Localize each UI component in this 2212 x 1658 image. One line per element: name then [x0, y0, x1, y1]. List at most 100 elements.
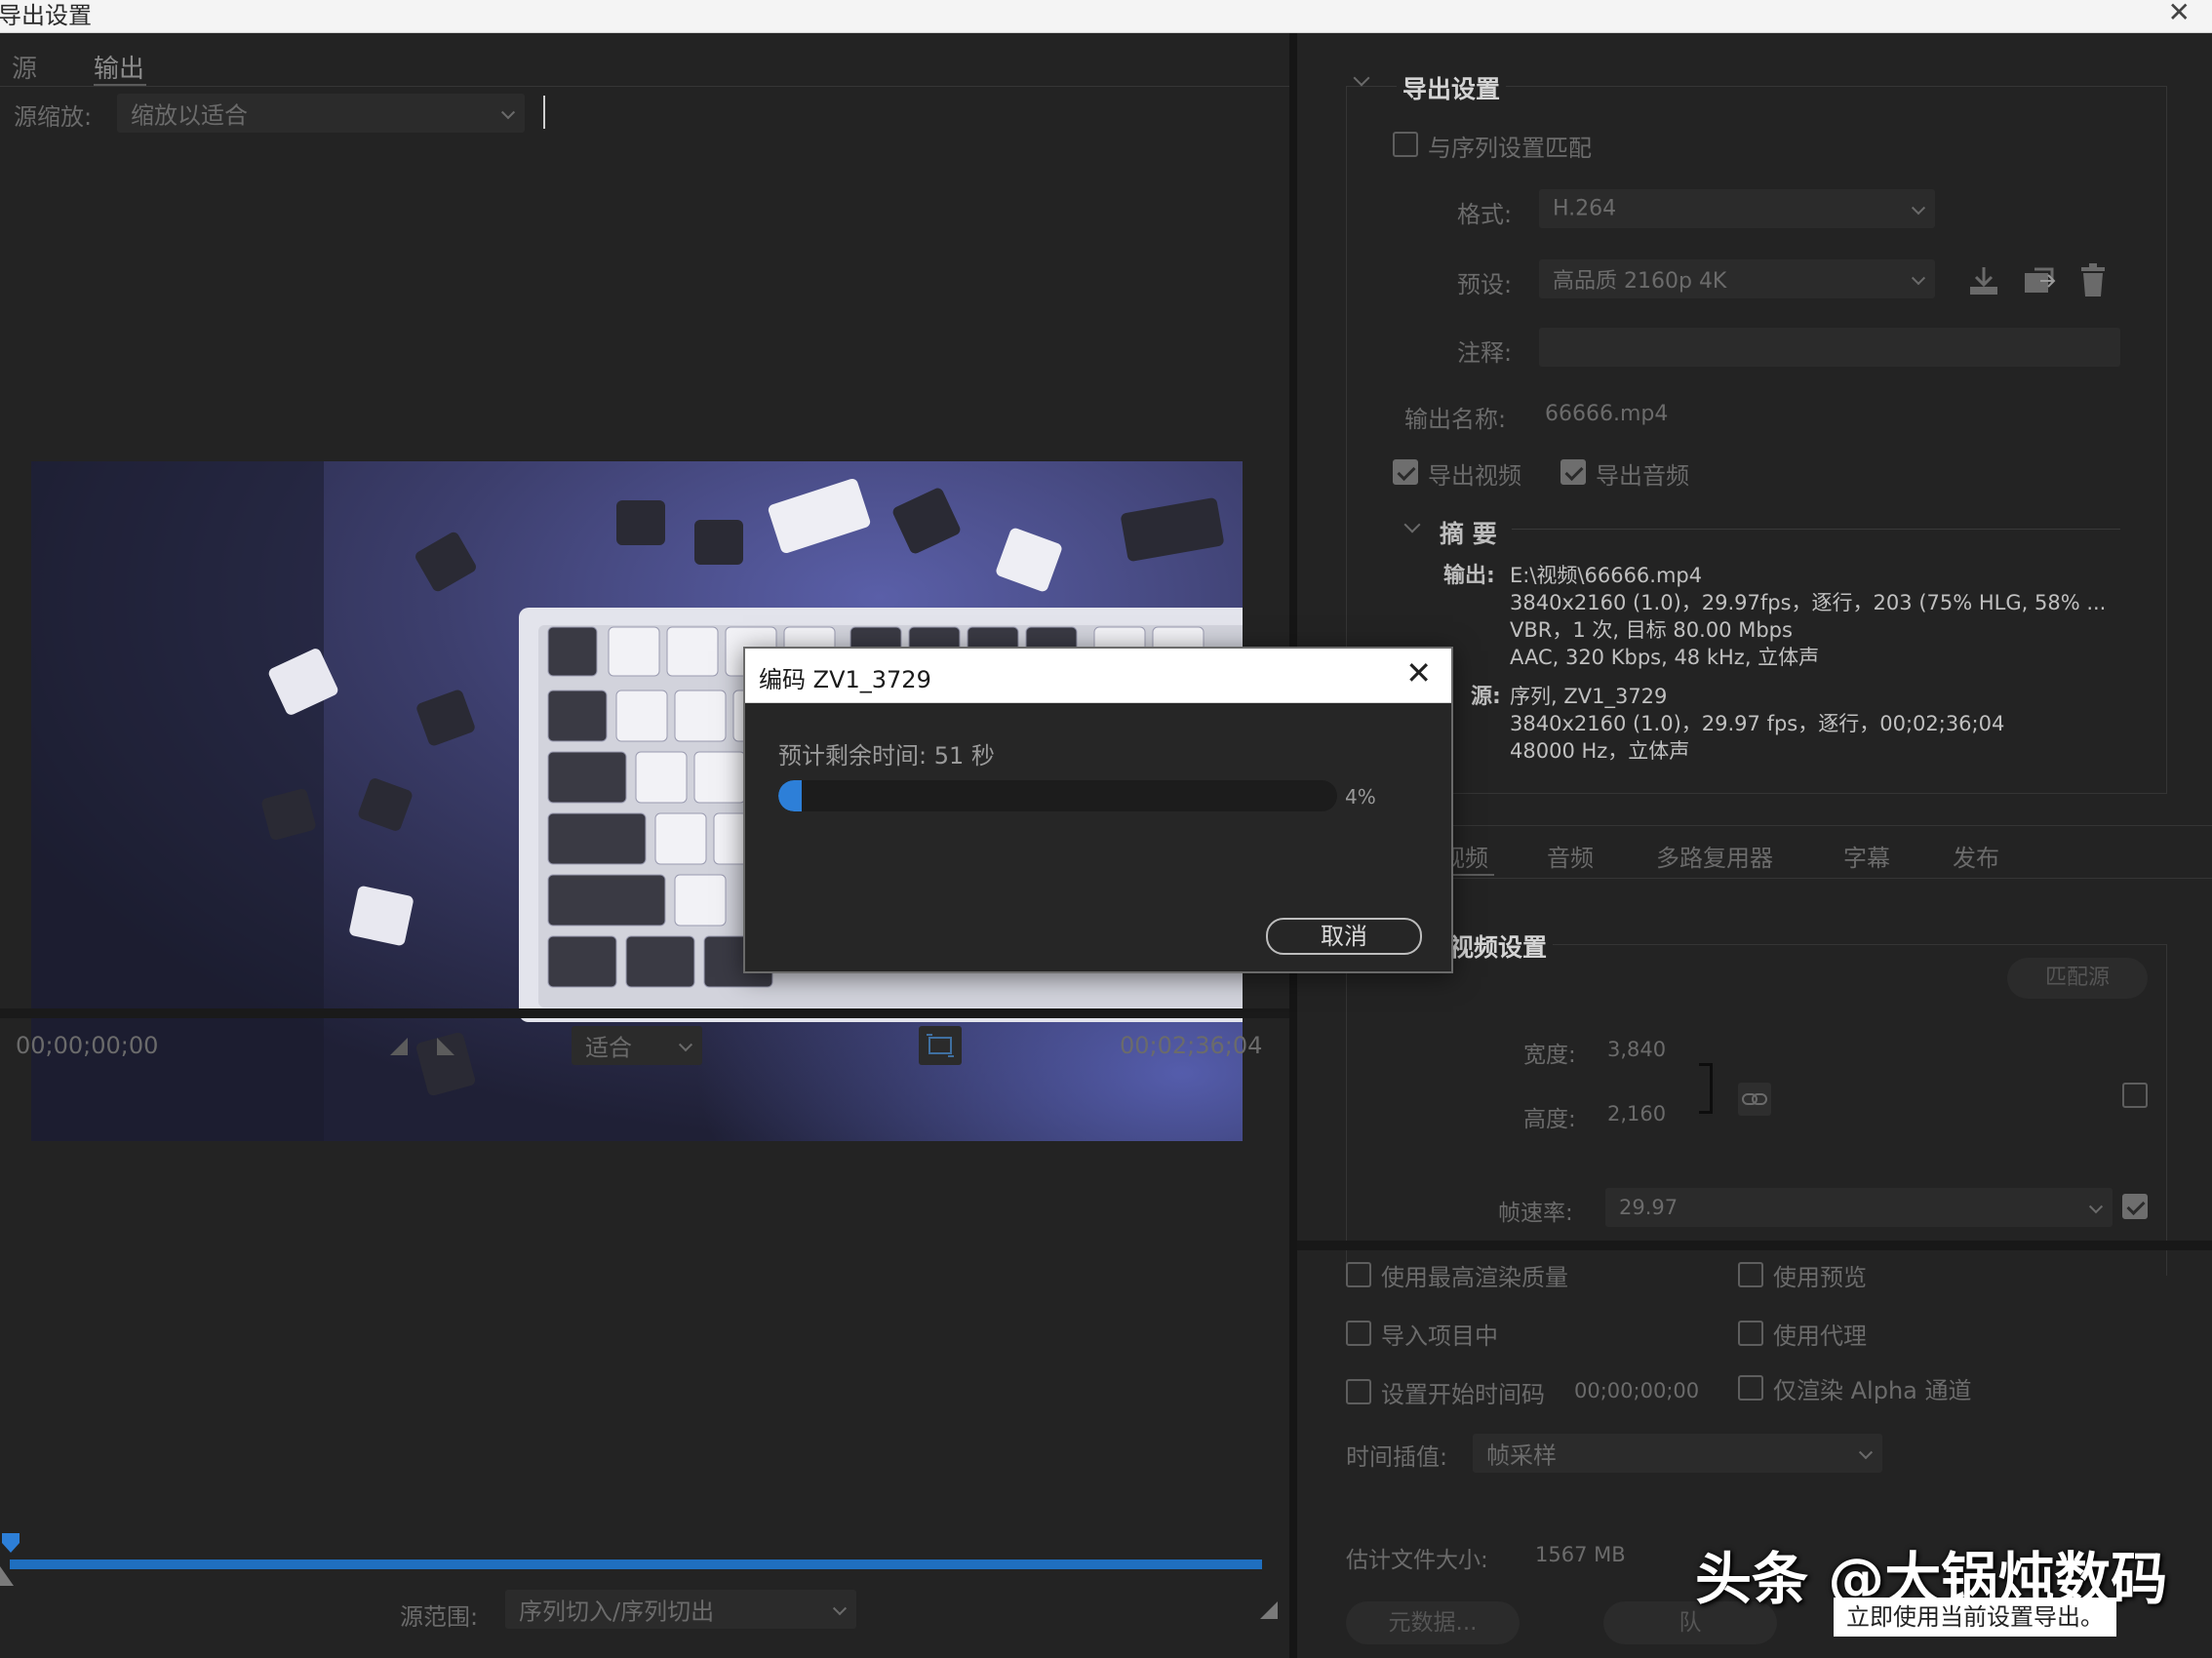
in-point-marker[interactable]: [0, 1566, 14, 1586]
export-video-label: 导出视频: [1428, 462, 1521, 490]
zoom-dropdown[interactable]: 适合: [572, 1026, 702, 1065]
window-title: 导出设置: [0, 2, 92, 29]
tab-multiplexer[interactable]: 多路复用器: [1656, 839, 1773, 873]
source-scale-value: 缩放以适合: [131, 101, 248, 130]
summary-source-label: 源:: [1471, 685, 1501, 709]
chevron-down-icon: [500, 105, 516, 120]
render-alpha-only-checkbox[interactable]: [1738, 1375, 1763, 1401]
close-window-icon[interactable]: ✕: [2168, 0, 2191, 28]
chevron-down-icon: [1911, 271, 1926, 286]
match-sequence-label: 与序列设置匹配: [1428, 135, 1592, 162]
playhead-icon[interactable]: [0, 1531, 21, 1557]
source-scale-dropdown[interactable]: 缩放以适合: [117, 94, 525, 133]
chevron-down-icon: [1911, 201, 1926, 216]
match-source-button[interactable]: 匹配源: [2007, 958, 2148, 999]
tab-output[interactable]: 输出: [94, 49, 144, 85]
max-render-quality-checkbox[interactable]: [1346, 1262, 1371, 1287]
zoom-value: 适合: [585, 1034, 632, 1062]
frame-rate-override-checkbox[interactable]: [2122, 1194, 2148, 1219]
height-value[interactable]: 2,160: [1607, 1102, 1666, 1125]
title-bar: 导出设置 ✕: [0, 0, 2212, 33]
width-height-override-checkbox[interactable]: [2122, 1083, 2148, 1108]
set-start-timecode-label: 设置开始时间码: [1381, 1381, 1545, 1408]
comments-input[interactable]: [1539, 328, 2120, 367]
preset-label: 预设:: [1457, 271, 1513, 298]
max-render-quality-label: 使用最高渲染质量: [1381, 1264, 1568, 1291]
comments-label: 注释:: [1457, 339, 1513, 367]
tab-publish[interactable]: 发布: [1953, 839, 1999, 873]
save-preset-icon[interactable]: [1966, 263, 2001, 298]
source-scale-label: 源缩放:: [14, 103, 93, 131]
preset-dropdown[interactable]: 高品质 2160p 4K: [1539, 259, 1935, 298]
format-value: H.264: [1553, 196, 1617, 221]
encode-progress-dialog: 编码 ZV1_3729 ✕ 预计剩余时间: 51 秒 4% 取消: [743, 647, 1453, 973]
render-alpha-only-label: 仅渲染 Alpha 通道: [1773, 1377, 1972, 1404]
format-dropdown[interactable]: H.264: [1539, 189, 1935, 228]
constrain-proportions-button[interactable]: [1738, 1083, 1771, 1116]
height-label: 高度:: [1523, 1107, 1576, 1132]
dialog-close-icon[interactable]: ✕: [1405, 654, 1432, 691]
dialog-title: 编码 ZV1_3729: [759, 666, 931, 693]
delete-preset-icon[interactable]: [2075, 261, 2111, 298]
export-video-checkbox[interactable]: [1393, 459, 1418, 485]
summary-source-line-3: 48000 Hz，立体声: [1510, 739, 1690, 763]
timecode-end[interactable]: 00;02;36;04: [1120, 1032, 1262, 1059]
set-start-timecode-checkbox[interactable]: [1346, 1379, 1371, 1404]
summary-output-line-2: 3840x2160 (1.0)，29.97fps，逐行，203 (75% HLG…: [1510, 591, 2107, 614]
source-range-value: 序列切入/序列切出: [519, 1598, 715, 1626]
time-interpolation-dropdown[interactable]: 帧采样: [1473, 1434, 1882, 1473]
tab-source[interactable]: 源: [12, 49, 37, 85]
summary-rule: [1512, 529, 2120, 530]
import-into-project-checkbox[interactable]: [1346, 1321, 1371, 1346]
aspect-ratio-icon: [927, 1034, 954, 1057]
source-range-dropdown[interactable]: 序列切入/序列切出: [505, 1590, 856, 1629]
match-sequence-checkbox[interactable]: [1393, 132, 1418, 157]
time-interpolation-value: 帧采样: [1486, 1441, 1557, 1470]
tab-captions[interactable]: 字幕: [1843, 839, 1890, 873]
cancel-button[interactable]: 取消: [1266, 918, 1422, 955]
link-icon: [1742, 1093, 1767, 1105]
use-previews-label: 使用预览: [1773, 1264, 1867, 1291]
aspect-ratio-correction-button[interactable]: [919, 1026, 962, 1065]
out-point-marker[interactable]: [1260, 1601, 1278, 1619]
export-settings-window: 导出设置 ✕ 源 输出 源缩放: 缩放以适合 00;00;00;00 适合 00…: [0, 0, 2212, 1658]
use-proxies-checkbox[interactable]: [1738, 1321, 1763, 1346]
timecode-start[interactable]: 00;00;00;00: [16, 1032, 158, 1059]
import-preset-icon[interactable]: [2021, 263, 2056, 298]
video-settings-title: 视频设置: [1443, 928, 1554, 964]
chevron-down-icon: [832, 1601, 848, 1616]
width-value[interactable]: 3,840: [1607, 1038, 1666, 1061]
export-audio-label: 导出音频: [1596, 462, 1689, 490]
chevron-down-icon: [1858, 1445, 1874, 1460]
time-interpolation-label: 时间插值:: [1346, 1443, 1448, 1471]
encode-progress-bar: [778, 780, 1337, 811]
timeline-range-bar[interactable]: [10, 1559, 1262, 1569]
summary-output-line-1: E:\视频\66666.mp4: [1510, 564, 1703, 587]
frame-rate-value: 29.97: [1619, 1196, 1679, 1219]
summary-output-line-3: VBR，1 次, 目标 80.00 Mbps: [1510, 618, 1793, 642]
tab-audio[interactable]: 音频: [1547, 839, 1594, 873]
start-timecode-value[interactable]: 00;00;00;00: [1574, 1379, 1699, 1402]
estimated-file-size-value: 1567 MB: [1535, 1543, 1626, 1566]
set-out-point-icon[interactable]: [437, 1038, 454, 1055]
summary-output-label: 输出:: [1443, 564, 1495, 588]
use-previews-checkbox[interactable]: [1738, 1262, 1763, 1287]
summary-title: 摘 要: [1440, 520, 1497, 548]
export-audio-checkbox[interactable]: [1560, 459, 1586, 485]
format-label: 格式:: [1457, 201, 1513, 228]
remaining-time-text: 预计剩余时间: 51 秒: [778, 742, 995, 770]
summary-source-line-1: 序列, ZV1_3729: [1510, 685, 1668, 708]
frame-rate-dropdown[interactable]: 29.97: [1605, 1188, 2113, 1227]
preset-value: 高品质 2160p 4K: [1553, 269, 1727, 294]
text-cursor: [543, 96, 545, 129]
collapse-export-settings-icon[interactable]: [1353, 69, 1370, 87]
options-separator: [1297, 1241, 2212, 1250]
frame-rate-label: 帧速率:: [1498, 1201, 1573, 1226]
metadata-button[interactable]: 元数据...: [1346, 1601, 1520, 1644]
width-label: 宽度:: [1523, 1043, 1576, 1068]
output-name-link[interactable]: 66666.mp4: [1545, 402, 1668, 426]
set-in-point-icon[interactable]: [390, 1038, 408, 1055]
export-tooltip: 立即使用当前设置导出。: [1834, 1598, 2116, 1637]
use-proxies-label: 使用代理: [1773, 1322, 1867, 1350]
summary-source-line-2: 3840x2160 (1.0)，29.97 fps，逐行，00;02;36;04: [1510, 712, 2005, 735]
